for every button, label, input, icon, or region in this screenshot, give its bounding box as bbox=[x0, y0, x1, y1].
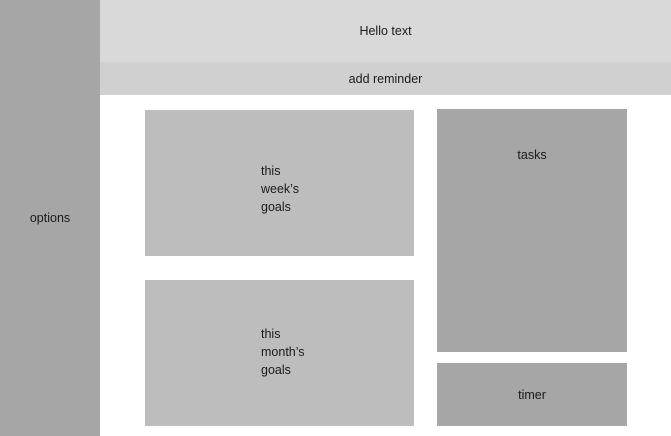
sidebar-options[interactable]: options bbox=[0, 0, 100, 436]
tasks-label: tasks bbox=[517, 148, 547, 162]
header: Hello text bbox=[100, 0, 671, 62]
weekly-goals-panel[interactable]: this week’s goals bbox=[145, 110, 414, 256]
sidebar-label: options bbox=[29, 211, 71, 225]
header-title: Hello text bbox=[359, 24, 412, 38]
tasks-panel[interactable]: tasks bbox=[437, 109, 627, 352]
monthly-goals-panel[interactable]: this month’s goals bbox=[145, 280, 414, 426]
weekly-goals-label: this week’s goals bbox=[261, 164, 299, 214]
timer-panel[interactable]: timer bbox=[437, 363, 627, 426]
add-reminder-label: add reminder bbox=[348, 71, 423, 86]
timer-label: timer bbox=[518, 387, 546, 402]
add-reminder-button[interactable]: add reminder bbox=[100, 62, 671, 95]
monthly-goals-label: this month’s goals bbox=[261, 327, 305, 377]
